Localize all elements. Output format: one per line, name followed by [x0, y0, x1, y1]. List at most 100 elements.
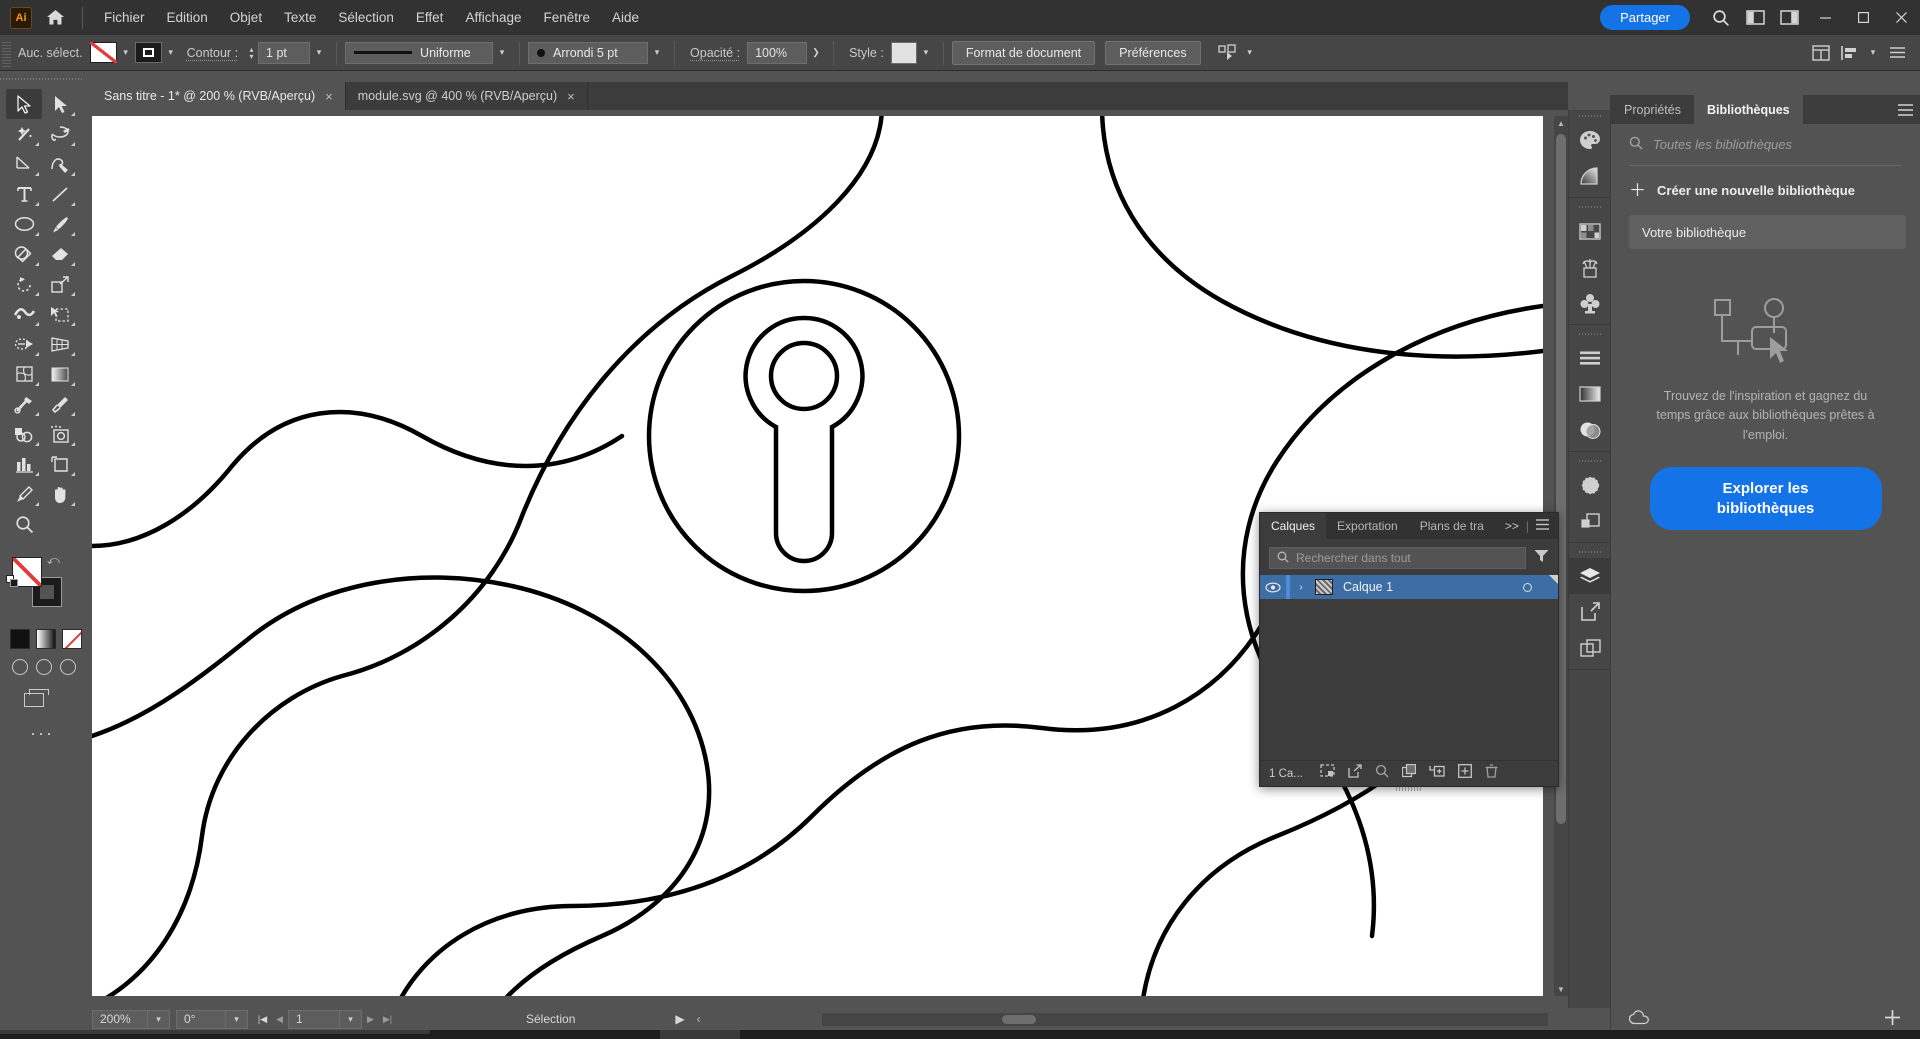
gradient-icon[interactable] [1569, 376, 1611, 412]
layer-target-icon[interactable] [1523, 583, 1532, 592]
perspective-grid-tool[interactable] [42, 329, 78, 359]
eraser-tool[interactable] [42, 239, 78, 269]
menu-fichier[interactable]: Fichier [93, 0, 156, 35]
layers-search-input[interactable]: Rechercher dans tout [1269, 547, 1526, 569]
window-close-button[interactable] [1882, 0, 1920, 35]
layer-visibility-icon[interactable] [1260, 582, 1286, 593]
graphic-style-swatch[interactable] [891, 42, 917, 64]
tab-proprietes[interactable]: Propriétés [1611, 95, 1694, 124]
library-list-item[interactable]: Votre bibliothèque [1629, 215, 1906, 249]
pen-tool[interactable] [6, 149, 42, 179]
menu-affichage[interactable]: Affichage [454, 0, 532, 35]
selection-tool[interactable] [6, 89, 42, 119]
column-graph-tool[interactable] [6, 449, 42, 479]
chevron-right-icon[interactable]: › [1290, 582, 1312, 593]
layers-panel-resize-grip[interactable] [1396, 786, 1422, 792]
duplicate-icon[interactable] [1402, 764, 1416, 783]
layers-panel[interactable]: Calques Exportation Plans de tra >> | Re… [1259, 512, 1559, 787]
stroke-profile-dropdown[interactable]: Uniforme [345, 42, 493, 64]
line-segment-tool[interactable] [42, 179, 78, 209]
search-icon[interactable] [1704, 0, 1738, 35]
dock-grip[interactable] [1569, 546, 1610, 558]
scroll-down-icon[interactable]: ▼ [1554, 982, 1568, 996]
table-row[interactable]: › Calque 1 [1260, 575, 1558, 599]
control-bar-grip[interactable] [2, 38, 11, 68]
rotate-tool[interactable] [6, 269, 42, 299]
home-icon[interactable] [38, 0, 72, 35]
document-setup-button[interactable]: Format de document [952, 41, 1095, 65]
share-button[interactable]: Partager [1600, 5, 1690, 30]
edit-toolbar-icon[interactable]: ··· [0, 723, 84, 744]
shape-builder-tool[interactable] [6, 329, 42, 359]
type-tool[interactable] [6, 179, 42, 209]
lasso-tool[interactable] [42, 119, 78, 149]
magic-wand-tool[interactable] [6, 119, 42, 149]
width-tool[interactable] [6, 299, 42, 329]
preferences-button[interactable]: Préférences [1105, 41, 1200, 65]
fill-dropdown-caret-icon[interactable]: ▾ [117, 42, 135, 64]
status-collapse-icon[interactable]: ‹ [697, 1012, 701, 1026]
mask-icon[interactable] [1320, 764, 1335, 783]
overflow-chevron-icon[interactable]: >> [1505, 519, 1519, 533]
opacity-flyout-icon[interactable]: ❯ [807, 42, 825, 64]
document-tab-2[interactable]: module.svg @ 400 % (RVB/Aperçu) × [346, 82, 588, 110]
zoom-level-field[interactable]: 200% [92, 1010, 148, 1029]
rotation-field[interactable]: 0° [176, 1010, 226, 1029]
dock-grip[interactable] [1569, 455, 1610, 467]
menu-objet[interactable]: Objet [219, 0, 273, 35]
document-tab-1[interactable]: Sans titre - 1* @ 200 % (RVB/Aperçu) × [92, 82, 346, 110]
hamburger-icon[interactable] [1890, 95, 1920, 124]
stroke-weight-caret-icon[interactable]: ▾ [310, 42, 328, 64]
tab-exportation[interactable]: Exportation [1326, 513, 1409, 539]
opacity-field[interactable]: 100% [747, 42, 807, 64]
dock-grip[interactable] [1569, 110, 1610, 122]
zoom-tool[interactable] [6, 509, 42, 539]
layers-list-body[interactable] [1260, 599, 1558, 739]
menu-selection[interactable]: Sélection [327, 0, 405, 35]
rotation-dropdown-caret-icon[interactable]: ▾ [226, 1010, 248, 1029]
shaper-tool[interactable] [6, 239, 42, 269]
stroke-icon[interactable] [1569, 340, 1611, 376]
panel-layout-icon[interactable] [1738, 0, 1772, 35]
brush-caret-icon[interactable]: ▾ [648, 42, 666, 64]
gradient-button[interactable] [36, 629, 56, 649]
swatches-icon[interactable] [1569, 213, 1611, 249]
close-icon[interactable]: × [325, 89, 333, 104]
menu-aide[interactable]: Aide [601, 0, 650, 35]
mesh-tool[interactable] [6, 359, 42, 389]
release-icon[interactable] [1348, 764, 1362, 783]
select-similar-caret-icon[interactable]: ▾ [1241, 42, 1259, 64]
image-trace-tool[interactable] [42, 419, 78, 449]
new-sublayer-icon[interactable] [1429, 764, 1445, 783]
draw-normal-icon[interactable] [12, 659, 28, 675]
symbol-sprayer-tool[interactable] [6, 419, 42, 449]
draw-behind-icon[interactable] [36, 659, 52, 675]
artboard-dropdown-caret-icon[interactable]: ▾ [340, 1010, 362, 1029]
appearance-icon[interactable] [1569, 467, 1611, 503]
color-button[interactable] [10, 629, 30, 649]
tools-panel-grip[interactable] [0, 73, 84, 85]
canvas-horizontal-scrollbar[interactable] [822, 1013, 1548, 1026]
window-minimize-button[interactable] [1806, 0, 1844, 35]
select-similar-icon[interactable] [1215, 40, 1241, 66]
opacity-label[interactable]: Opacité : [683, 46, 747, 60]
none-button[interactable] [62, 629, 82, 649]
tab-bibliotheques[interactable]: Bibliothèques [1694, 95, 1803, 124]
scale-tool[interactable] [42, 269, 78, 299]
filter-icon[interactable] [1534, 549, 1549, 568]
locate-icon[interactable] [1375, 764, 1389, 783]
swap-fill-stroke-icon[interactable]: ⤺ [47, 553, 60, 568]
screen-mode-icon[interactable] [24, 689, 50, 709]
ellipse-tool[interactable] [6, 209, 42, 239]
stroke-dropdown-caret-icon[interactable]: ▾ [162, 42, 180, 64]
menu-effet[interactable]: Effet [405, 0, 455, 35]
explore-libraries-button[interactable]: Explorer les bibliothèques [1650, 467, 1882, 530]
paintbrush-tool[interactable] [42, 209, 78, 239]
panel-sidebar-icon[interactable] [1772, 0, 1806, 35]
asset-export-icon[interactable] [1569, 630, 1611, 666]
cloud-icon[interactable] [1629, 1010, 1651, 1030]
artboard-number-field[interactable]: 1 [288, 1010, 340, 1029]
close-icon[interactable]: × [567, 89, 575, 104]
libraries-search-input[interactable]: Toutes les bibliothèques [1611, 124, 1920, 163]
artboards-icon[interactable] [1569, 594, 1611, 630]
